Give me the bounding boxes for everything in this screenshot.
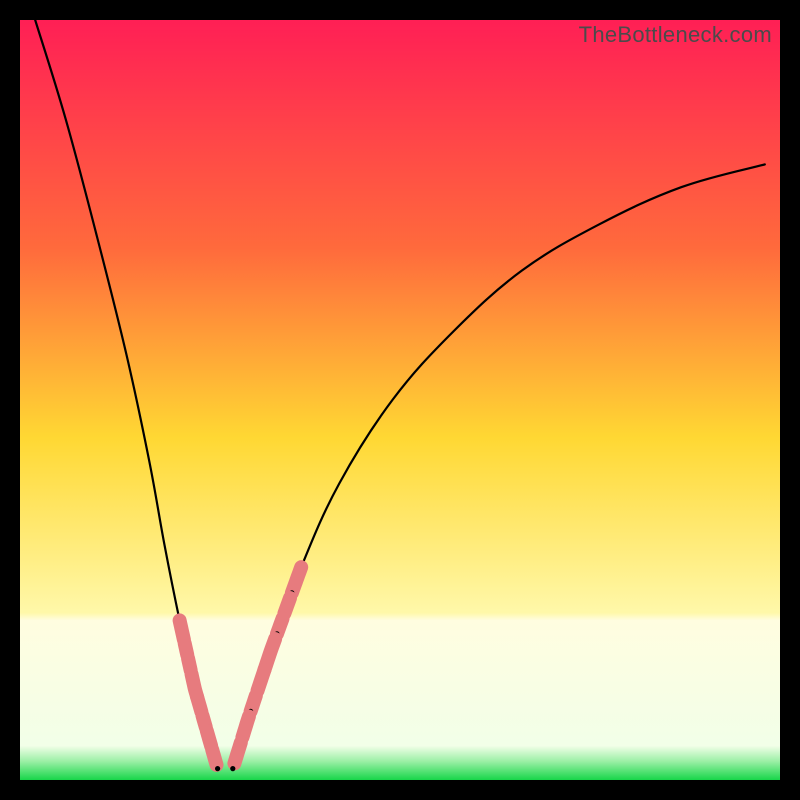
band-dot	[215, 766, 220, 771]
band-dot	[230, 766, 235, 771]
watermark-text: TheBottleneck.com	[579, 22, 772, 48]
band-segment	[258, 670, 265, 691]
band-segments-left	[180, 620, 221, 771]
band-segments-right	[230, 567, 301, 771]
band-overlay	[20, 20, 780, 780]
band-segment	[234, 743, 240, 764]
band-segment	[292, 567, 301, 593]
band-segment	[284, 598, 290, 613]
band-segment	[242, 716, 248, 737]
band-segment	[212, 750, 216, 765]
plot-frame: TheBottleneck.com	[20, 20, 780, 780]
